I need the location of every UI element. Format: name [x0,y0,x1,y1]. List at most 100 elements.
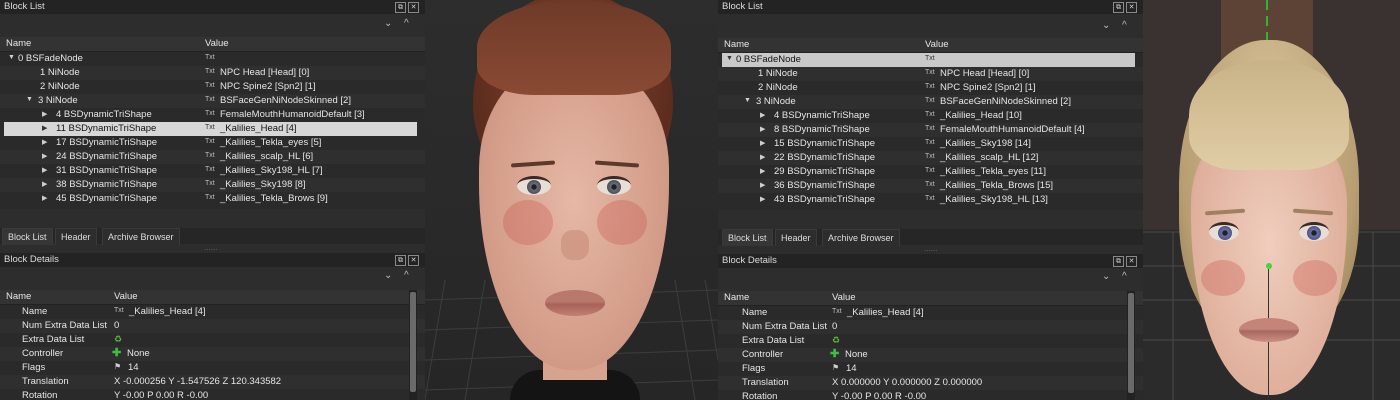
column-value-header[interactable]: Value [832,292,856,303]
close-icon[interactable]: ✕ [1126,2,1137,13]
tree-row[interactable]: ▶ 4 BSDynamicTriShape Txt _Kalilies_Head … [718,109,1143,123]
txt-icon: Txt [205,138,215,145]
collapse-icon[interactable]: ⌄ [384,270,392,281]
tab-block-list[interactable]: Block List [722,229,773,246]
right-nifskope-panel: Block List ⧉ ✕ ⌄ ^ Name Value ▼ 0 BSFadeNo… [718,0,1143,400]
tree-row[interactable]: 1 NiNode Txt NPC Head [Head] [0] [0,66,425,80]
txt-icon: Txt [205,110,215,117]
details-row[interactable]: Flags ⚑ 14 [718,362,1143,376]
tree-row[interactable]: ▶ 15 BSDynamicTriShape Txt _Kalilies_Sky1… [718,137,1143,151]
details-row[interactable]: Name Txt _Kalilies_Head [4] [718,306,1143,320]
tree-row[interactable]: ▶ 38 BSDynamicTriShape Txt _Kalilies_Sky1… [0,178,425,192]
tree-row-selected[interactable]: ▼ 0 BSFadeNode Txt [722,53,1135,67]
details-row[interactable]: Flags ⚑ 14 [0,361,425,375]
3d-viewport-left[interactable] [425,0,718,400]
close-icon[interactable]: ✕ [1126,256,1137,267]
plus-icon[interactable]: ✚ [112,346,121,359]
float-icon[interactable]: ⧉ [395,2,406,13]
tree-row[interactable]: ▶ 31 BSDynamicTriShape Txt _Kalilies_Sky1… [0,164,425,178]
block-details-title: Block Details [4,254,59,265]
splitter-grip[interactable]: ...... [924,244,937,253]
float-icon[interactable]: ⧉ [1113,256,1124,267]
tree-row[interactable]: ▶ 8 BSDynamicTriShape Txt FemaleMouthHuma… [718,123,1143,137]
splitter-grip[interactable]: ...... [204,243,217,252]
tree-row[interactable]: ▶ 43 BSDynamicTriShape Txt _Kalilies_Sky1… [718,193,1143,207]
details-row[interactable]: Translation X 0.000000 Y 0.000000 Z 0.00… [718,376,1143,390]
column-name-header[interactable]: Name [724,292,749,303]
column-value-header[interactable]: Value [205,38,229,49]
txt-icon: Txt [925,153,935,160]
tree-row[interactable]: ▼ 0 BSFadeNode Txt [0,52,425,66]
tree-row[interactable]: ▶ 29 BSDynamicTriShape Txt _Kalilies_Tekl… [718,165,1143,179]
collapse-icon[interactable]: ⌄ [1102,271,1110,282]
txt-icon: Txt [925,167,935,174]
txt-icon: Txt [925,125,935,132]
tab-block-list[interactable]: Block List [2,228,53,245]
details-row[interactable]: Controller ✚ None [718,348,1143,362]
scrollbar[interactable] [409,290,417,400]
tree-row[interactable]: 1 NiNode Txt NPC Head [Head] [0] [718,67,1143,81]
close-icon[interactable]: ✕ [408,255,419,266]
block-details-title: Block Details [722,255,777,266]
tree-row[interactable]: ▶ 17 BSDynamicTriShape Txt _Kalilies_Tekl… [0,136,425,150]
tree-row[interactable]: 2 NiNode Txt NPC Spine2 [Spn2] [1] [0,80,425,94]
column-name-header[interactable]: Name [6,38,31,49]
expand-icon[interactable]: ^ [404,18,409,29]
details-row[interactable]: Num Extra Data List 0 [0,319,425,333]
tab-header[interactable]: Header [775,229,817,246]
close-icon[interactable]: ✕ [408,2,419,13]
block-details-table: Name Value Name Txt _Kalilies_Head [4] N… [718,291,1143,400]
tab-header[interactable]: Header [55,228,97,245]
details-row[interactable]: Extra Data List ♻ [718,334,1143,348]
block-list-titlebar: Block List ⧉ ✕ [0,0,425,14]
plus-icon[interactable]: ✚ [830,347,839,360]
column-name-header[interactable]: Name [6,291,31,302]
tree-row[interactable]: ▶ 4 BSDynamicTriShape Txt FemaleMouthHuma… [0,108,425,122]
details-header: Name Value [718,291,1143,306]
tree-row[interactable]: ▶ 45 BSDynamicTriShape Txt _Kalilies_Tekl… [0,192,425,206]
details-row[interactable]: Controller ✚ None [0,347,425,361]
tree-row[interactable]: 2 NiNode Txt NPC Spine2 [Spn2] [1] [718,81,1143,95]
details-row[interactable]: Translation X -0.000256 Y -1.547526 Z 12… [0,375,425,389]
tree-row-selected[interactable]: ▶ 11 BSDynamicTriShape Txt _Kalilies_Head… [4,122,417,136]
txt-icon: Txt [925,83,935,90]
float-icon[interactable]: ⧉ [395,255,406,266]
scrollbar[interactable] [1127,291,1135,400]
details-row[interactable]: Rotation Y -0.00 P 0.00 R -0.00 [718,390,1143,400]
expand-icon[interactable]: ^ [1122,20,1127,31]
block-list-titlebar: Block List ⧉ ✕ [718,0,1143,14]
block-details-table: Name Value Name Txt _Kalilies_Head [4] N… [0,290,425,400]
eye [597,176,631,195]
details-row[interactable]: Rotation Y -0.00 P 0.00 R -0.00 [0,389,425,400]
tab-archive-browser[interactable]: Archive Browser [822,229,900,246]
tree-row[interactable]: ▶ 24 BSDynamicTriShape Txt _Kalilies_scal… [0,150,425,164]
tree-row[interactable]: ▼ 3 NiNode Txt BSFaceGenNiNodeSkinned [2] [0,94,425,108]
block-list-tree: Name Value ▼ 0 BSFadeNode Txt 1 NiNode Tx… [718,38,1143,210]
txt-icon: Txt [205,180,215,187]
expand-icon[interactable]: ^ [404,270,409,281]
details-row[interactable]: Extra Data List ♻ [0,333,425,347]
lips [545,290,605,316]
tree-row[interactable]: ▼ 3 NiNode Txt BSFaceGenNiNodeSkinned [2] [718,95,1143,109]
collapse-icon[interactable]: ⌄ [1102,20,1110,31]
column-name-header[interactable]: Name [724,39,749,50]
tree-row[interactable]: ▶ 36 BSDynamicTriShape Txt _Kalilies_Tekl… [718,179,1143,193]
refresh-icon[interactable]: ♻ [114,334,122,345]
expand-icon[interactable]: ^ [1122,271,1127,282]
tab-archive-browser[interactable]: Archive Browser [102,228,180,245]
column-value-header[interactable]: Value [114,291,138,302]
txt-icon: Txt [205,96,215,103]
float-icon[interactable]: ⧉ [1113,2,1124,13]
tree-row[interactable]: ▶ 22 BSDynamicTriShape Txt _Kalilies_scal… [718,151,1143,165]
block-list-title: Block List [4,1,45,12]
freckles [1201,260,1245,296]
block-list-tabs: Block List Header Archive Browser [0,228,425,245]
3d-viewport-right[interactable] [1143,0,1400,400]
column-value-header[interactable]: Value [925,39,949,50]
collapse-icon[interactable]: ⌄ [384,18,392,29]
txt-icon: Txt [925,97,935,104]
details-row[interactable]: Num Extra Data List 0 [718,320,1143,334]
refresh-icon[interactable]: ♻ [832,335,840,346]
details-row[interactable]: Name Txt _Kalilies_Head [4] [0,305,425,319]
left-nifskope-panel: Block List ⧉ ✕ ⌄ ^ Name Value ▼ 0 BSFadeNo… [0,0,425,400]
